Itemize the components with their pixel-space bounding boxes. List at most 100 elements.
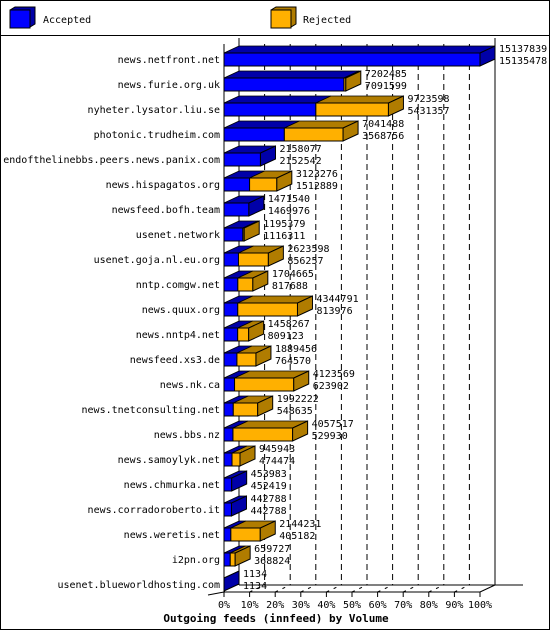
category-label: news.nk.ca bbox=[160, 380, 220, 391]
value-label-offered: 4344791 bbox=[316, 294, 358, 305]
value-label-accepted: 548635 bbox=[277, 406, 313, 417]
category-label: endofthelinebbs.peers.news.panix.com bbox=[3, 155, 220, 166]
bar-group bbox=[223, 220, 260, 242]
bar-group bbox=[223, 520, 276, 542]
bar-rejected bbox=[237, 277, 254, 292]
bar-group bbox=[223, 195, 265, 217]
bar-group bbox=[223, 95, 404, 117]
value-label-offered: 4057517 bbox=[312, 419, 354, 430]
value-label-accepted: 452419 bbox=[251, 481, 287, 492]
value-label-offered: 659727 bbox=[254, 544, 290, 555]
category-label: photonic.trudheim.com bbox=[94, 130, 220, 141]
value-label-offered: 1992222 bbox=[277, 394, 319, 405]
value-label-accepted: 856257 bbox=[287, 256, 323, 267]
category-label: usenet.goja.nl.eu.org bbox=[94, 255, 220, 266]
value-label-accepted: 474474 bbox=[259, 456, 295, 467]
bar-accepted bbox=[223, 127, 285, 142]
x-tick-depth bbox=[300, 584, 317, 593]
value-label-accepted: 1134 bbox=[243, 581, 267, 592]
value-label-accepted: 7091599 bbox=[365, 81, 407, 92]
value-label-offered: 7202485 bbox=[365, 69, 407, 80]
category-label: news.furie.org.uk bbox=[118, 80, 220, 91]
value-label-accepted: 442788 bbox=[250, 506, 286, 517]
bar-accepted bbox=[223, 377, 236, 392]
category-label: usenet.network bbox=[136, 230, 220, 241]
value-label-accepted: 813976 bbox=[316, 306, 352, 317]
value-label-accepted: 1512889 bbox=[296, 181, 338, 192]
bar-accepted bbox=[223, 102, 317, 117]
value-label-accepted: 817688 bbox=[272, 281, 308, 292]
bar-side bbox=[223, 570, 240, 592]
bar-group bbox=[223, 545, 251, 567]
bar-accepted bbox=[223, 202, 250, 217]
bar-rejected bbox=[236, 352, 257, 367]
x-tick-label: 30% bbox=[292, 600, 310, 611]
bar-group bbox=[223, 245, 284, 267]
category-label: news.hispagatos.org bbox=[106, 180, 220, 191]
value-label-accepted: 529930 bbox=[312, 431, 348, 442]
bar-group bbox=[223, 420, 309, 442]
value-label-offered: 1889456 bbox=[275, 344, 317, 355]
bar-accepted bbox=[223, 502, 232, 517]
bar-accepted bbox=[223, 477, 233, 492]
category-label: news.bbs.nz bbox=[154, 430, 220, 441]
bar-group bbox=[223, 570, 240, 592]
bar-accepted-top bbox=[223, 95, 332, 104]
value-label-offered: 1195379 bbox=[263, 219, 305, 230]
category-label: nyheter.lysator.liu.se bbox=[88, 105, 220, 116]
x-tick-depth bbox=[351, 584, 368, 593]
category-label: nntp.comgw.net bbox=[136, 280, 220, 291]
value-label-offered: 1704665 bbox=[272, 269, 314, 280]
value-label-offered: 1471540 bbox=[268, 194, 310, 205]
value-label-offered: 945943 bbox=[259, 444, 295, 455]
value-label-accepted: 5431357 bbox=[407, 106, 449, 117]
bar-rejected bbox=[249, 177, 278, 192]
bar-group bbox=[223, 295, 313, 317]
x-tick-label: 40% bbox=[317, 600, 335, 611]
bar-group bbox=[223, 270, 269, 292]
x-tick-label: 60% bbox=[369, 600, 387, 611]
bar-accepted bbox=[223, 277, 239, 292]
bar-accepted bbox=[223, 177, 251, 192]
value-label-offered: 15137839 bbox=[499, 44, 547, 55]
bar-accepted bbox=[223, 452, 233, 467]
value-label-offered: 2158077 bbox=[279, 144, 321, 155]
x-tick-depth bbox=[326, 584, 342, 593]
x-tick-depth bbox=[454, 584, 470, 593]
x-tick-depth bbox=[377, 584, 393, 593]
bar-rejected bbox=[315, 102, 389, 117]
category-label: newsfeed.bofh.team bbox=[112, 205, 220, 216]
value-label-offered: 442788 bbox=[250, 494, 286, 505]
axis-extension bbox=[207, 591, 225, 596]
x-tick-depth bbox=[274, 584, 291, 593]
value-label-accepted: 3568756 bbox=[362, 131, 404, 142]
bar-accepted bbox=[223, 252, 239, 267]
x-tick-label: 100% bbox=[468, 600, 492, 611]
bar-rejected bbox=[232, 402, 259, 417]
value-label-offered: 9723598 bbox=[407, 94, 449, 105]
value-label-accepted: 623902 bbox=[313, 381, 349, 392]
bar-accepted bbox=[223, 552, 231, 567]
legend-rejected-label: Rejected bbox=[303, 15, 351, 26]
category-label: i2pn.org bbox=[172, 555, 220, 566]
bar-group bbox=[223, 370, 310, 392]
bar-rejected bbox=[231, 452, 241, 467]
bar-rejected bbox=[237, 252, 269, 267]
x-tick-label: 90% bbox=[445, 600, 463, 611]
x-axis-depth-line bbox=[479, 584, 496, 593]
bar-rejected bbox=[237, 327, 250, 342]
bar-accepted bbox=[223, 327, 239, 342]
bar-group bbox=[223, 45, 496, 67]
x-tick-label: 80% bbox=[420, 600, 438, 611]
chart-title: Outgoing feeds (innfeed) by Volume bbox=[163, 612, 389, 625]
bar-accepted bbox=[223, 52, 481, 67]
value-label-offered: 1458267 bbox=[268, 319, 310, 330]
bar-accepted bbox=[223, 527, 232, 542]
value-label-accepted: 368824 bbox=[254, 556, 290, 567]
bar-accepted-top bbox=[223, 45, 496, 54]
value-label-offered: 7041488 bbox=[362, 119, 404, 130]
bar-rejected bbox=[237, 302, 298, 317]
bar-group bbox=[223, 120, 359, 142]
value-label-accepted: 1116311 bbox=[263, 231, 305, 242]
bar-group bbox=[223, 495, 247, 517]
